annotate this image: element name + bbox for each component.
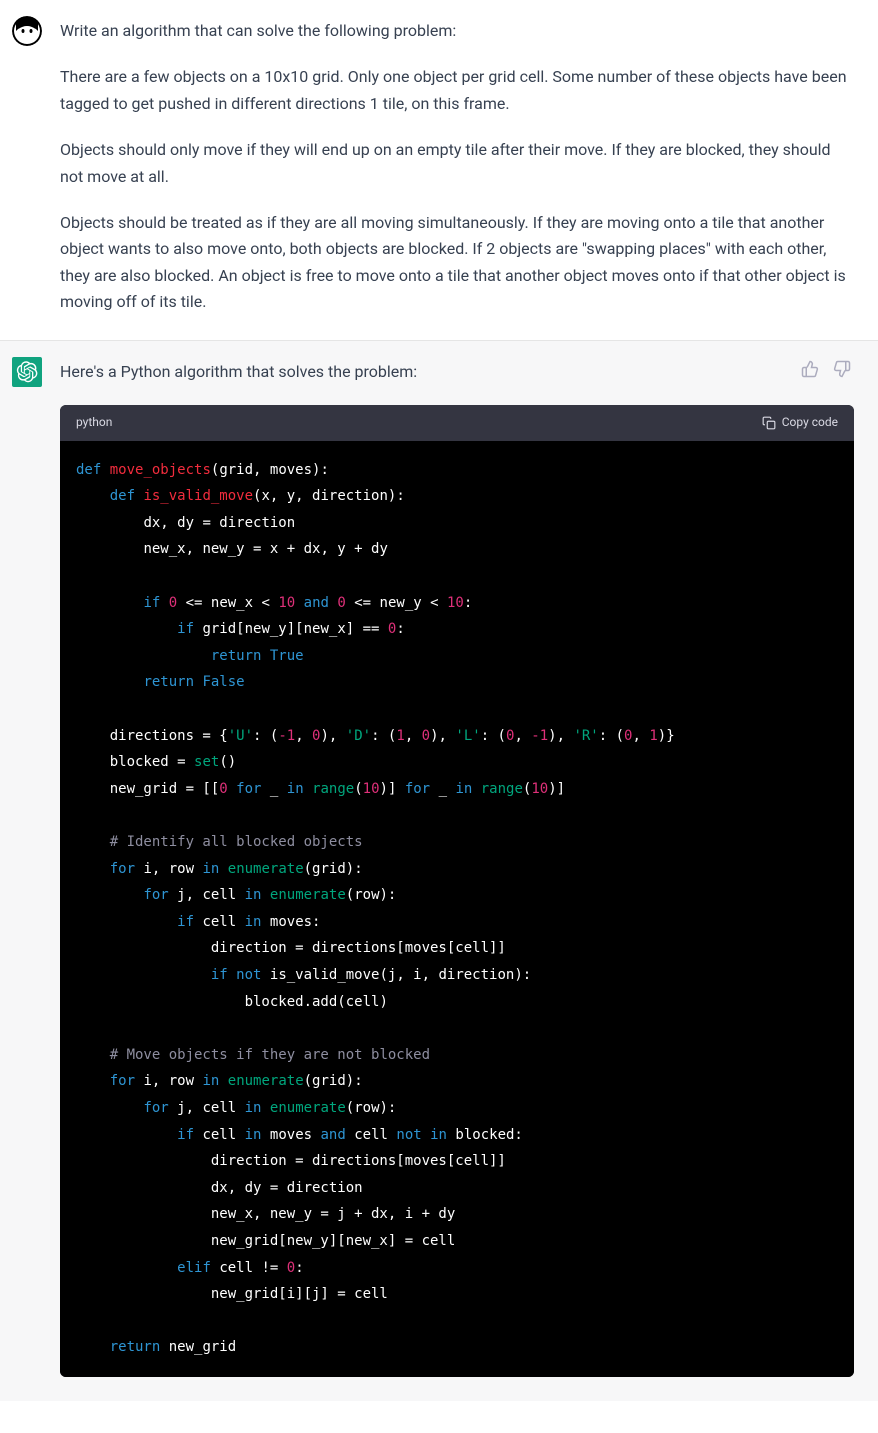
clipboard-icon: [762, 416, 776, 430]
assistant-message: Here's a Python algorithm that solves th…: [0, 340, 878, 1401]
feedback-buttons: [798, 357, 854, 381]
user-paragraph-3: Objects should only move if they will en…: [60, 137, 854, 190]
user-paragraph-2: There are a few objects on a 10x10 grid.…: [60, 64, 854, 117]
assistant-message-content: Here's a Python algorithm that solves th…: [60, 357, 854, 1377]
assistant-avatar: [12, 357, 42, 387]
user-message-content: Write an algorithm that can solve the fo…: [60, 16, 854, 316]
thumbs-down-button[interactable]: [830, 357, 854, 381]
copy-code-button[interactable]: Copy code: [762, 413, 838, 433]
user-avatar: [12, 16, 42, 46]
assistant-intro: Here's a Python algorithm that solves th…: [60, 359, 854, 385]
copy-code-label: Copy code: [782, 413, 838, 433]
user-paragraph-1: Write an algorithm that can solve the fo…: [60, 18, 854, 44]
thumbs-down-icon: [833, 360, 851, 378]
code-content: def move_objects(grid, moves): def is_va…: [60, 441, 854, 1377]
code-header: python Copy code: [60, 405, 854, 441]
code-language-label: python: [76, 413, 112, 433]
user-paragraph-4: Objects should be treated as if they are…: [60, 210, 854, 316]
user-message: Write an algorithm that can solve the fo…: [0, 0, 878, 340]
thumbs-up-icon: [801, 360, 819, 378]
thumbs-up-button[interactable]: [798, 357, 822, 381]
code-block: python Copy code def move_objects(grid, …: [60, 405, 854, 1377]
